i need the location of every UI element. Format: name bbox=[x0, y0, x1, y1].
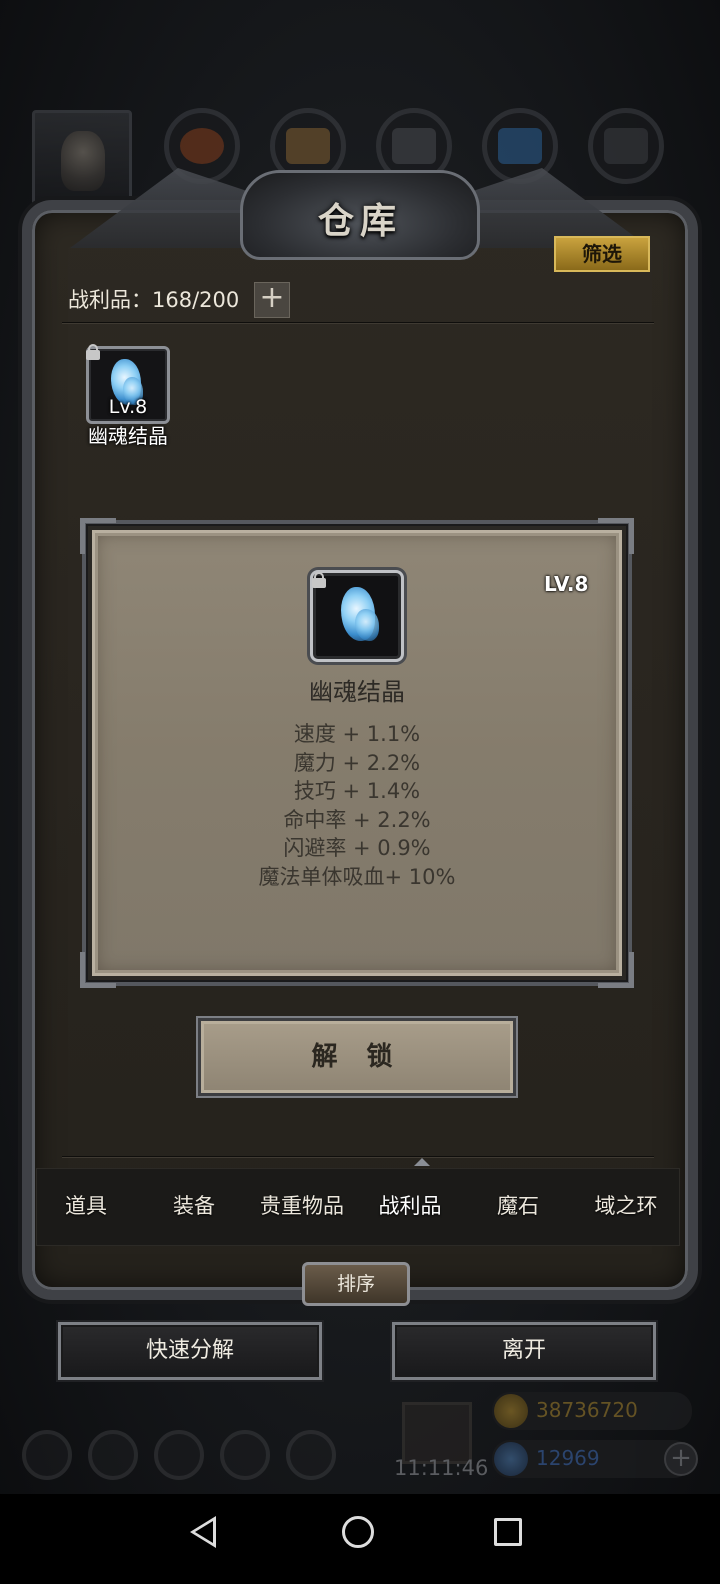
sort-button[interactable]: 排序 bbox=[302, 1262, 410, 1306]
item-name: 幽魂结晶 bbox=[88, 424, 168, 448]
active-tab-indicator bbox=[414, 1158, 430, 1166]
tab-loot[interactable]: 战利品 bbox=[358, 1168, 462, 1244]
tab-magic-stones[interactable]: 魔石 bbox=[466, 1168, 570, 1244]
lock-icon bbox=[86, 344, 100, 360]
clock-time: 11:11:46 bbox=[394, 1456, 489, 1480]
loot-capacity-label: 战利品：168/200 bbox=[68, 288, 240, 312]
lock-icon bbox=[312, 572, 326, 588]
add-gems-button[interactable]: + bbox=[664, 1442, 698, 1476]
divider-top bbox=[62, 322, 654, 324]
unlock-button[interactable]: 解 锁 bbox=[198, 1018, 516, 1096]
stat-line: 魔法单体吸血+ 10% bbox=[258, 864, 456, 889]
stat-line: 命中率 + 2.2% bbox=[283, 807, 431, 832]
divider-bottom bbox=[62, 1156, 654, 1158]
tab-items[interactable]: 道具 bbox=[34, 1168, 138, 1244]
shield-icon[interactable] bbox=[286, 1430, 336, 1480]
stat-line: 速度 + 1.1% bbox=[293, 722, 421, 746]
stat-line: 技巧 + 1.4% bbox=[293, 779, 421, 804]
filter-button[interactable]: 筛选 bbox=[554, 236, 650, 272]
gem-icon bbox=[494, 1442, 528, 1476]
quick-decompose-button[interactable]: 快速分解 bbox=[58, 1322, 322, 1380]
gem-balance: 12969 bbox=[492, 1440, 692, 1478]
leave-button[interactable]: 离开 bbox=[392, 1322, 656, 1380]
gift-box-icon[interactable] bbox=[402, 1402, 472, 1464]
expand-capacity-button[interactable]: + bbox=[254, 282, 290, 318]
stat-line: 魔力 + 2.2% bbox=[293, 750, 421, 775]
stat-line: 闪避率 + 0.9% bbox=[283, 836, 431, 861]
gold-balance: 38736720 bbox=[492, 1392, 692, 1430]
tab-valuables[interactable]: 贵重物品 bbox=[250, 1168, 354, 1244]
mail-icon[interactable] bbox=[220, 1430, 270, 1480]
recent-apps-icon[interactable] bbox=[494, 1518, 522, 1546]
gem-amount: 12969 bbox=[536, 1446, 600, 1470]
iron-resource-icon[interactable] bbox=[588, 108, 664, 184]
tab-domain-rings[interactable]: 域之环 bbox=[574, 1168, 678, 1244]
settings-icon[interactable] bbox=[22, 1430, 72, 1480]
home-icon[interactable] bbox=[342, 1516, 374, 1548]
item-stats-list: 速度 + 1.1% 魔力 + 2.2% 技巧 + 1.4% 命中率 + 2.2%… bbox=[0, 720, 714, 892]
gold-coin-icon bbox=[494, 1394, 528, 1428]
portrait-face-icon bbox=[61, 131, 105, 191]
item-level: Lv.8 bbox=[108, 396, 148, 418]
tab-equipment[interactable]: 装备 bbox=[142, 1168, 246, 1244]
gold-amount: 38736720 bbox=[536, 1398, 638, 1422]
star-icon[interactable] bbox=[88, 1430, 138, 1480]
detail-level: LV.8 bbox=[544, 572, 589, 596]
guild-icon[interactable] bbox=[154, 1430, 204, 1480]
detail-item-name: 幽魂结晶 bbox=[309, 678, 405, 706]
